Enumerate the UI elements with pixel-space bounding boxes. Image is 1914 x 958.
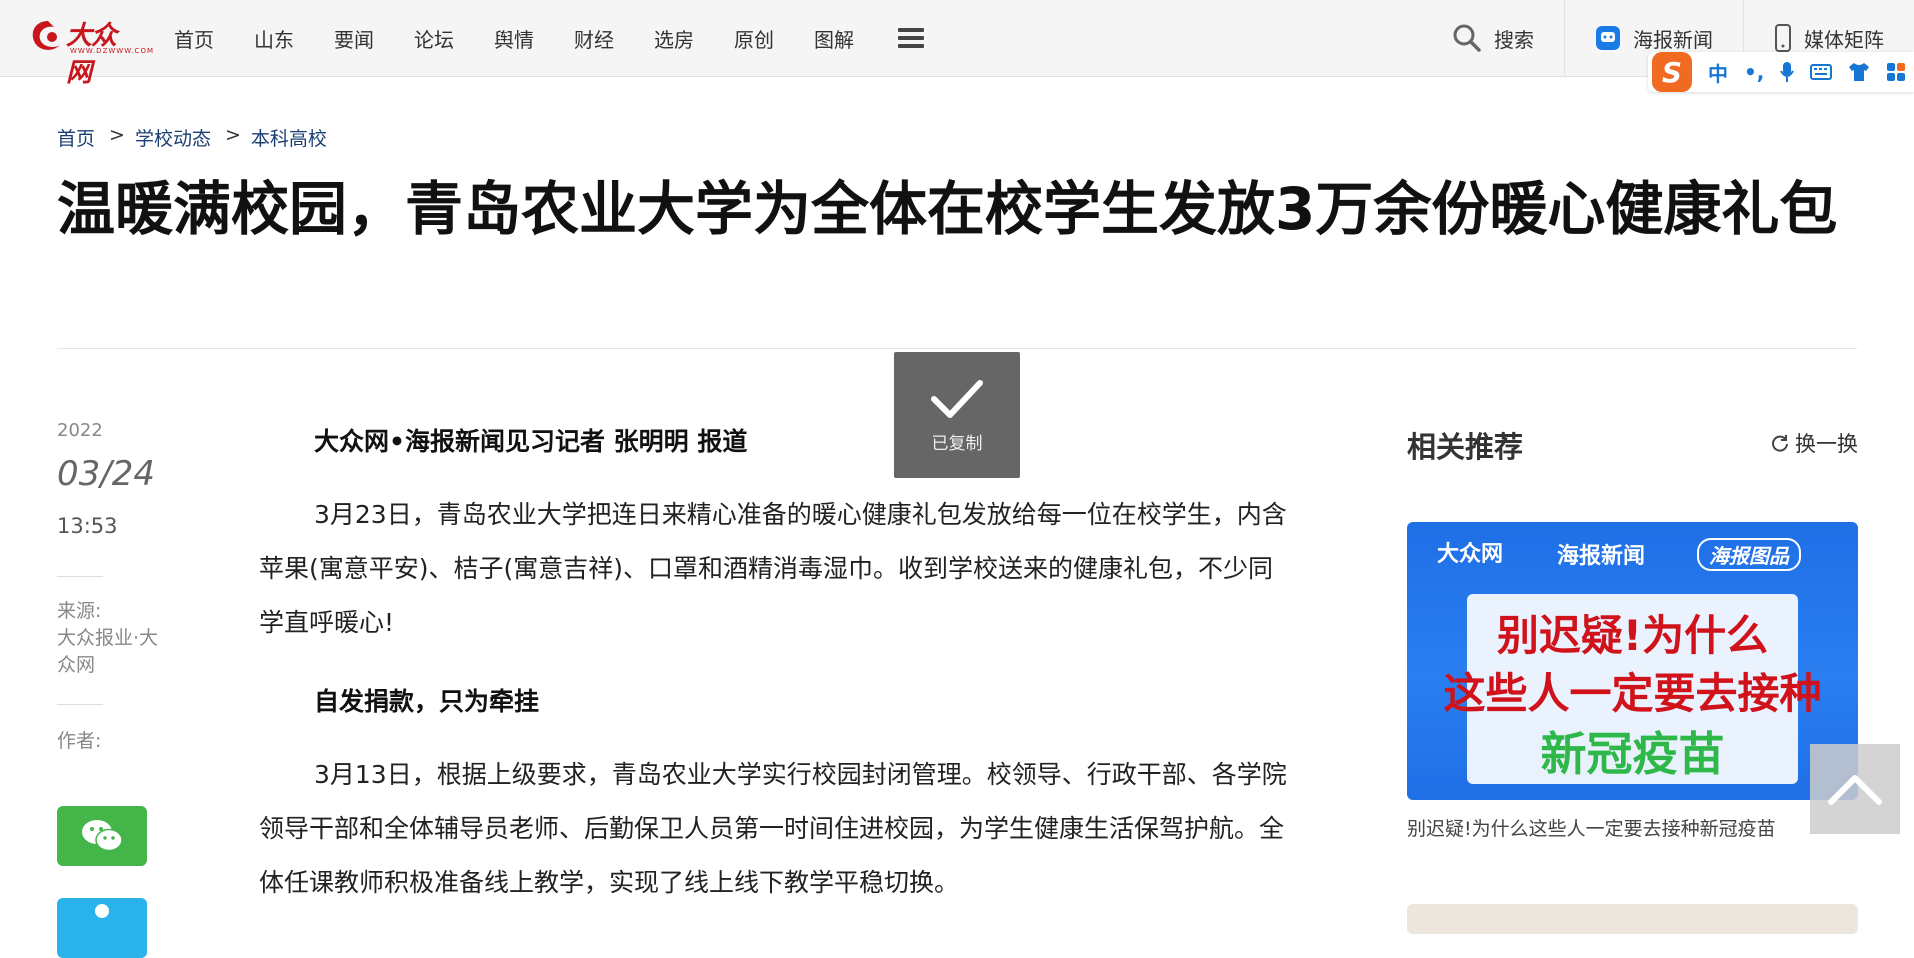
nav-item-headlines[interactable]: 要闻 <box>334 24 374 53</box>
refresh-icon <box>1772 435 1788 452</box>
recommendation-image[interactable]: 大众网 海报新闻 海报图品 别迟疑!为什么 这些人一定要去接种 新冠疫苗 <box>1407 522 1858 800</box>
image-headline-line3: 新冠疫苗 <box>1540 727 1725 781</box>
mobile-phone-icon <box>1775 24 1791 52</box>
chevron-up-icon <box>1828 775 1882 805</box>
publish-time: 13:53 <box>57 514 118 538</box>
image-headline-line1: 别迟疑!为什么 <box>1496 611 1769 660</box>
image-brand-dzwww: 大众网 <box>1437 542 1504 567</box>
publish-year: 2022 <box>57 420 103 441</box>
meta-divider <box>57 704 103 705</box>
toast-text: 已复制 <box>931 433 983 454</box>
publish-date: 03/24 <box>57 454 155 494</box>
sogou-ime-logo-icon[interactable]: S <box>1652 52 1692 92</box>
nav-item-housing[interactable]: 选房 <box>654 24 694 53</box>
logo-subtext: WWW.DZWWW.COM <box>70 47 154 55</box>
poster-news-label: 海报新闻 <box>1633 27 1713 52</box>
meta-divider <box>57 576 103 577</box>
copied-toast: 已复制 <box>894 352 1020 478</box>
keyboard-icon[interactable] <box>1810 64 1833 80</box>
back-to-top-button[interactable] <box>1810 744 1900 834</box>
search-icon <box>1453 24 1481 52</box>
breadcrumb: 首页 > 学校动态 > 本科高校 <box>57 124 327 151</box>
search-button[interactable]: 搜索 <box>1422 0 1564 76</box>
title-divider <box>57 348 1857 349</box>
source-value: 大众报业·大众网 <box>57 627 159 676</box>
article-paragraph-1: 3月23日，青岛农业大学把连日来精心准备的暖心健康礼包发放给每一位在校学生，内含… <box>259 500 1287 637</box>
skin-shirt-icon[interactable] <box>1848 62 1870 82</box>
checkmark-icon <box>931 379 983 418</box>
share-wechat-button[interactable] <box>57 806 147 866</box>
breadcrumb-separator: > <box>109 124 125 146</box>
top-navigation-bar: 大众网 WWW.DZWWW.COM 首页 山东 要闻 论坛 舆情 财经 选房 原… <box>0 0 1914 88</box>
article-byline: 大众网•海报新闻见习记者 张明明 报道 <box>314 427 748 456</box>
ime-toolbar: S 中 •, <box>1648 52 1914 92</box>
next-recommendation-image[interactable] <box>1407 904 1858 934</box>
refresh-button[interactable]: 换一换 <box>1771 428 1858 458</box>
wechat-icon <box>82 820 123 852</box>
image-headline-line2: 这些人一定要去接种 <box>1443 669 1822 718</box>
breadcrumb-separator: > <box>224 124 241 146</box>
breadcrumb-home[interactable]: 首页 <box>57 124 95 151</box>
ime-punctuation[interactable]: •, <box>1744 60 1764 84</box>
nav-item-public-opinion[interactable]: 舆情 <box>494 24 534 53</box>
share-weibo-button[interactable] <box>57 898 147 958</box>
nav-item-home[interactable]: 首页 <box>174 24 214 53</box>
recommendation-caption[interactable]: 别迟疑!为什么这些人一定要去接种新冠疫苗 <box>1407 814 1827 841</box>
nav-item-finance[interactable]: 财经 <box>574 24 614 53</box>
image-brand-poster-news: 海报新闻 <box>1557 544 1646 569</box>
breadcrumb-school-news[interactable]: 学校动态 <box>135 124 211 151</box>
article-title: 温暖满校园，青岛农业大学为全体在校学生发放3万余份暖心健康礼包 <box>57 175 1838 243</box>
site-logo[interactable]: 大众网 WWW.DZWWW.COM <box>28 13 153 88</box>
search-label: 搜索 <box>1494 27 1534 52</box>
ime-chinese-mode[interactable]: 中 <box>1708 58 1728 87</box>
microphone-icon[interactable] <box>1780 61 1795 83</box>
article-subheading: 自发捐款，只为牵挂 <box>314 687 540 716</box>
author-label: 作者: <box>57 730 102 752</box>
source-label: 来源: <box>57 600 102 622</box>
poster-news-icon <box>1596 26 1620 50</box>
nav-item-shandong[interactable]: 山东 <box>254 24 294 53</box>
media-matrix-label: 媒体矩阵 <box>1804 27 1884 52</box>
article-source: 来源: 大众报业·大众网 <box>57 598 175 679</box>
hamburger-menu-icon[interactable] <box>898 28 924 48</box>
nav-item-forum[interactable]: 论坛 <box>414 24 454 53</box>
nav-item-graphics[interactable]: 图解 <box>814 24 854 53</box>
image-brand-poster-pics: 海报图品 <box>1697 538 1801 571</box>
user-share-icon <box>95 904 109 918</box>
logo-swirl-icon <box>32 21 60 50</box>
nav-item-original[interactable]: 原创 <box>734 24 774 53</box>
related-recommendations-title: 相关推荐 <box>1407 430 1524 464</box>
toolbox-grid-icon[interactable] <box>1886 62 1906 82</box>
refresh-label: 换一换 <box>1795 432 1858 456</box>
breadcrumb-universities[interactable]: 本科高校 <box>251 124 327 151</box>
main-nav: 首页 山东 要闻 论坛 舆情 财经 选房 原创 图解 <box>174 0 924 76</box>
article-paragraph-2: 3月13日，根据上级要求，青岛农业大学实行校园封闭管理。校领导、行政干部、各学院… <box>259 760 1287 897</box>
